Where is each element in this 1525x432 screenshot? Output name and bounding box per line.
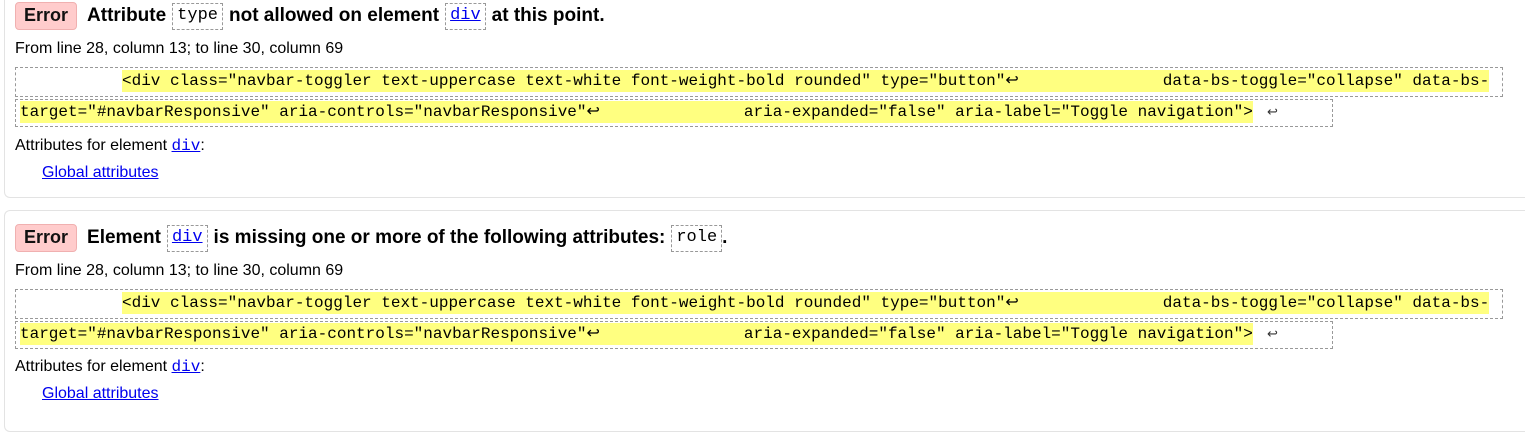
colon: : <box>200 137 205 154</box>
element-code: div <box>445 2 486 30</box>
attributes-label: Attributes for element div: <box>15 137 205 155</box>
title-text: Attribute <box>87 5 167 26</box>
error-badge: Error <box>15 2 78 30</box>
attributes-label-text: Attributes for element <box>15 358 168 375</box>
code-extract-line-1: <div class="navbar-toggler text-uppercas… <box>122 292 1490 314</box>
location-text: From line 28, column 13; to line 30, col… <box>15 262 344 279</box>
title-text: Element <box>87 227 161 248</box>
element-link[interactable]: div <box>172 228 203 247</box>
error-badge: Error <box>15 224 78 252</box>
attribute-code: type <box>172 2 223 30</box>
message-1-heading: Error Attribute type not allowed on elem… <box>15 2 605 30</box>
element-link[interactable]: div <box>450 6 481 25</box>
title-text: not allowed on element <box>228 5 440 26</box>
location-text: From line 28, column 13; to line 30, col… <box>15 40 344 57</box>
code-extract-line-2: target="#navbarResponsive" aria-controls… <box>20 323 1253 345</box>
message-2-heading: Error Element div is missing one or more… <box>15 224 727 252</box>
attribute-code: role <box>671 224 723 252</box>
return-icon: ↩ <box>1267 326 1278 341</box>
element-link[interactable]: div <box>172 137 201 155</box>
title-text: at this point. <box>491 5 605 26</box>
global-attributes-link[interactable]: Global attributes <box>42 385 159 403</box>
code-text: target="#navbarResponsive" aria-controls… <box>20 325 1253 343</box>
title-text: . <box>722 227 728 248</box>
global-attributes-link[interactable]: Global attributes <box>42 164 159 182</box>
return-icon: ↩ <box>1267 104 1278 119</box>
colon: : <box>200 358 205 375</box>
element-link[interactable]: div <box>172 358 201 376</box>
element-code: div <box>166 224 208 252</box>
title-text: is missing one or more of the following … <box>213 227 666 248</box>
attributes-label-text: Attributes for element <box>15 137 168 154</box>
code-extract-line-1: <div class="navbar-toggler text-uppercas… <box>122 70 1490 92</box>
code-extract-line-2: target="#navbarResponsive" aria-controls… <box>20 101 1253 123</box>
attributes-label: Attributes for element div: <box>15 358 205 376</box>
code-text: target="#navbarResponsive" aria-controls… <box>20 103 1253 121</box>
